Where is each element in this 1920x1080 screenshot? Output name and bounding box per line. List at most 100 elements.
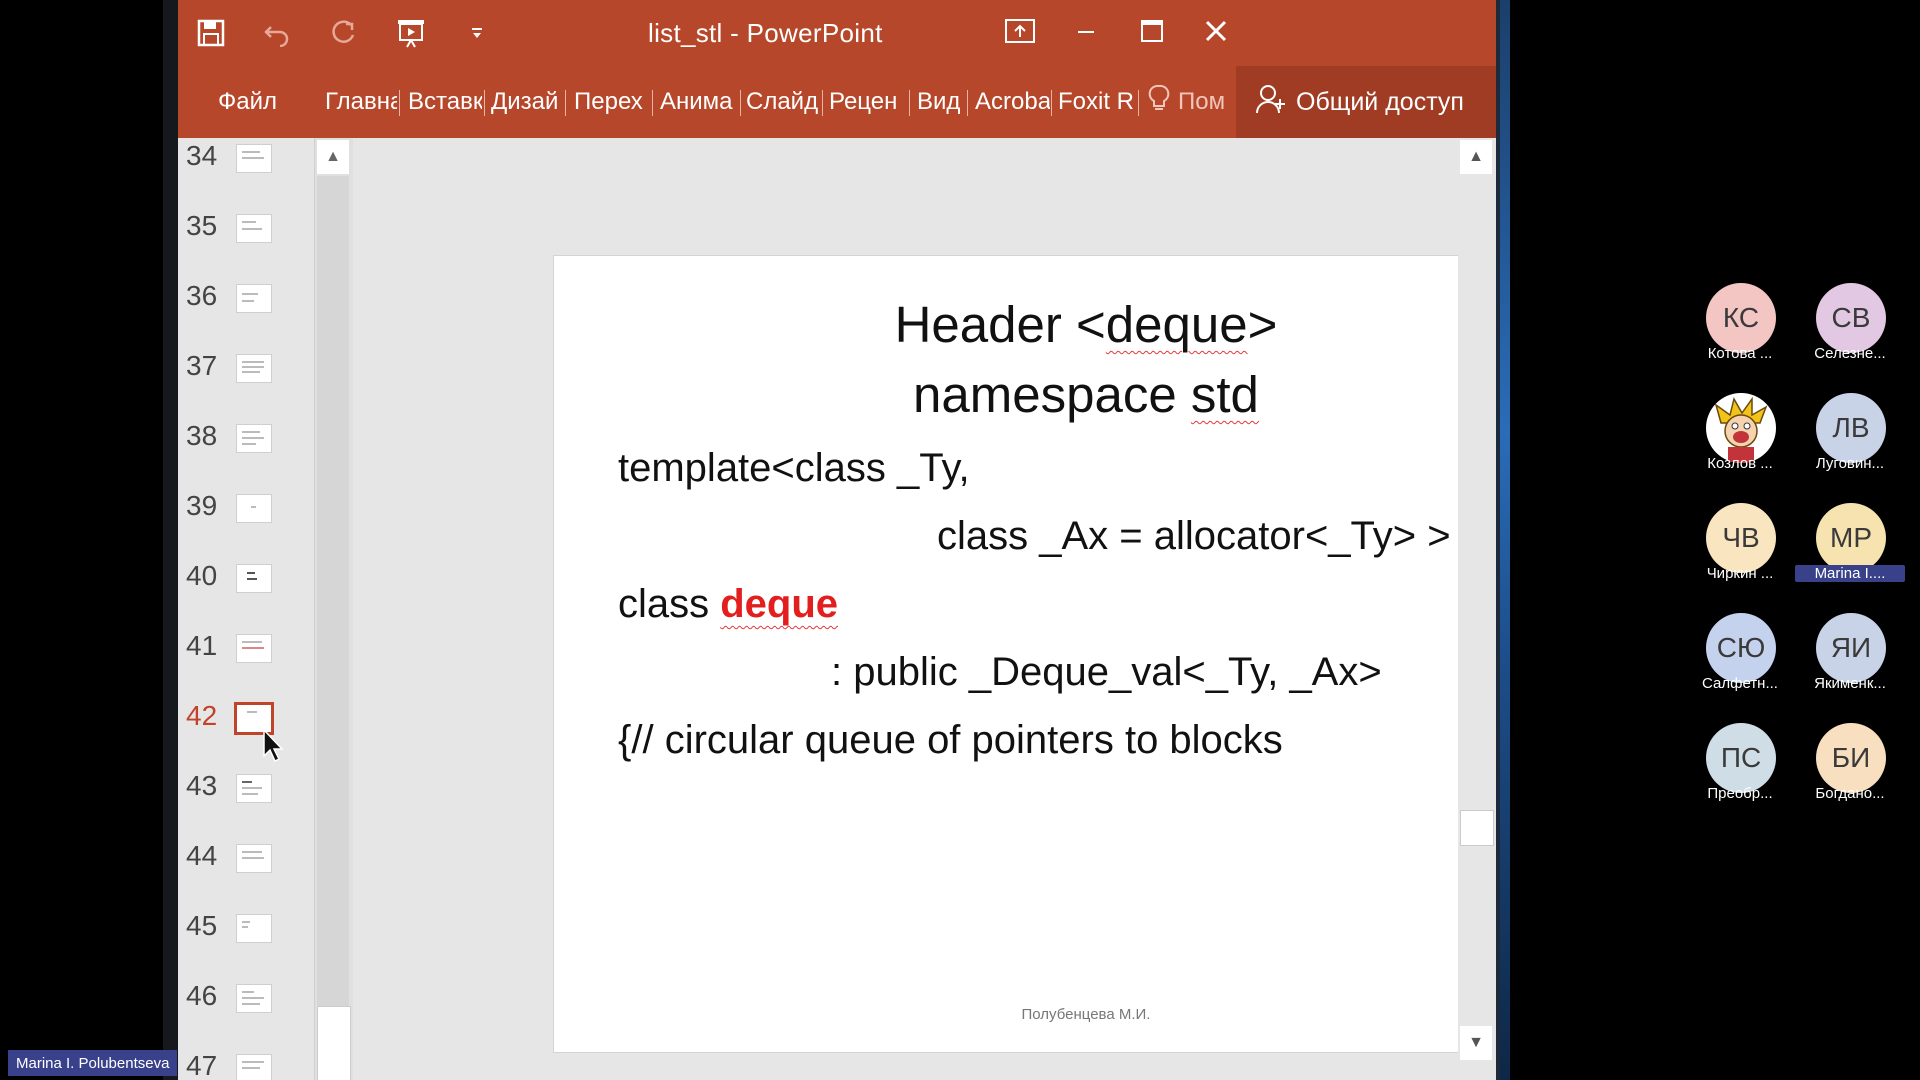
slide-preview	[236, 144, 272, 173]
ribbon-display-options-icon[interactable]	[990, 8, 1050, 54]
thumbnail-slide-37[interactable]: 37	[178, 348, 314, 408]
slide-number: 34	[186, 140, 218, 171]
close-icon[interactable]	[1186, 8, 1246, 54]
tab-review[interactable]: Рецен	[829, 88, 907, 116]
thumbnail-slide-34[interactable]: 34	[178, 138, 314, 198]
avatar: ПС	[1706, 723, 1776, 793]
deque-keyword: deque	[720, 582, 839, 626]
code-line-2: class _Ax = allocator<_Ty> >	[937, 514, 1451, 558]
scroll-down-arrow-icon[interactable]: ▼	[1460, 1026, 1492, 1060]
tab-slideshow[interactable]: Слайд	[746, 88, 820, 116]
slide-preview	[236, 424, 272, 453]
share-button[interactable]: Общий доступ	[1236, 66, 1496, 138]
ribbon-separator	[740, 90, 741, 116]
participant-name: Салфетн...	[1702, 675, 1778, 692]
save-icon[interactable]	[188, 10, 234, 56]
participant-name: Селезне...	[1814, 345, 1886, 362]
participant-name: Котова ...	[1707, 345, 1773, 362]
document-title: list_stl - PowerPoint	[648, 18, 883, 48]
current-slide[interactable]: Header <deque> namespace std template<cl…	[554, 256, 1496, 1052]
title-line-1: Header <deque>	[894, 296, 1278, 353]
thumbnail-slide-40[interactable]: 40	[178, 558, 314, 618]
ribbon-tabs: Файл Главна Вставк Дизай Перех Анима Сла…	[178, 66, 1496, 138]
tab-design[interactable]: Дизай	[491, 88, 563, 116]
avatar: МР	[1816, 503, 1886, 573]
ribbon-separator	[484, 90, 485, 116]
slide-number: 43	[186, 770, 218, 801]
slide-preview	[236, 354, 272, 383]
ribbon-separator	[822, 90, 823, 116]
thumbnails-scrollbar[interactable]: ▲	[314, 138, 353, 1080]
thumbnail-slide-38[interactable]: 38	[178, 418, 314, 478]
lightbulb-icon	[1148, 84, 1170, 121]
minimize-icon[interactable]	[1056, 8, 1116, 54]
maximize-icon[interactable]	[1122, 8, 1182, 54]
participant-tile[interactable]: Козлов ...	[1685, 393, 1795, 493]
thumbnail-slide-45[interactable]: 45	[178, 908, 314, 968]
participant-tile[interactable]: СВ Селезне...	[1795, 283, 1905, 383]
tell-me-label: Пом	[1178, 88, 1226, 115]
participant-tile[interactable]: ЧВ Чиркин ...	[1685, 503, 1795, 603]
participant-name: Якименк...	[1814, 675, 1886, 692]
tab-home[interactable]: Главна	[325, 88, 397, 116]
undo-icon[interactable]	[254, 10, 300, 56]
thumbnail-slide-41[interactable]: 41	[178, 628, 314, 688]
participant-tile[interactable]: СЮ Салфетн...	[1685, 613, 1795, 713]
scrollbar-thumb[interactable]	[317, 1006, 351, 1080]
avatar: СВ	[1816, 283, 1886, 353]
tab-animations[interactable]: Анима	[660, 88, 738, 116]
ribbon-separator	[652, 90, 653, 116]
participant-tile[interactable]: БИ Богдано...	[1795, 723, 1905, 823]
redo-icon[interactable]	[320, 10, 366, 56]
ribbon-separator	[399, 90, 400, 116]
thumbnail-slide-47[interactable]: 47	[178, 1048, 314, 1080]
tell-me-search[interactable]: Пом	[1148, 82, 1225, 122]
participant-tile-active-speaker[interactable]: МР Marina I....	[1795, 503, 1905, 603]
avatar: БИ	[1816, 723, 1886, 793]
slide-preview	[236, 984, 272, 1013]
slide-scrollbar[interactable]: ▲ ▼	[1458, 138, 1496, 1080]
scrollbar-track[interactable]	[317, 176, 349, 1006]
thumbnail-slide-42-selected[interactable]: 42	[178, 698, 314, 758]
tab-file[interactable]: Файл	[218, 88, 288, 116]
cartoon-avatar-icon	[1706, 393, 1776, 463]
thumbnail-slide-39[interactable]: 39	[178, 488, 314, 548]
slide-preview	[236, 774, 272, 803]
thumbnail-slide-44[interactable]: 44	[178, 838, 314, 898]
participant-tile[interactable]: КС Котова ...	[1685, 283, 1795, 383]
tab-foxit[interactable]: Foxit R	[1058, 88, 1138, 116]
slide-number: 41	[186, 630, 218, 661]
thumbnail-slide-46[interactable]: 46	[178, 978, 314, 1038]
participant-name: Богдано...	[1815, 785, 1885, 802]
start-slideshow-icon[interactable]	[388, 10, 434, 56]
thumbnail-slide-35[interactable]: 35	[178, 208, 314, 268]
class-keyword: class	[618, 582, 721, 626]
presenter-name-tag: Marina I. Polubentseva	[8, 1050, 178, 1076]
title-line-2: namespace std	[913, 366, 1259, 423]
window-border-left	[163, 0, 178, 1080]
slide-preview	[236, 564, 272, 593]
slide-number: 35	[186, 210, 218, 241]
customize-toolbar-icon[interactable]	[454, 10, 500, 56]
slide-thumbnails-panel: 34 35 36 37 38 39 40 41 42 43 44 45 46 4…	[178, 138, 314, 1080]
tab-transitions[interactable]: Перех	[574, 88, 650, 116]
participant-tile[interactable]: ЛВ Луговин...	[1795, 393, 1905, 493]
slide-preview	[236, 844, 272, 873]
avatar: ЧВ	[1706, 503, 1776, 573]
slide-title[interactable]: Header <deque> namespace std	[554, 290, 1496, 430]
participant-name: Преобр...	[1707, 785, 1773, 802]
tab-acrobat[interactable]: Acroba	[975, 88, 1050, 116]
mouse-cursor-icon	[263, 728, 284, 763]
scroll-up-arrow-icon[interactable]: ▲	[1460, 140, 1492, 174]
scrollbar-thumb[interactable]	[1460, 810, 1494, 846]
tab-view[interactable]: Вид	[917, 88, 963, 116]
participant-tile[interactable]: ПС Преобр...	[1685, 723, 1795, 823]
ribbon-separator	[1051, 90, 1052, 116]
thumbnail-slide-36[interactable]: 36	[178, 278, 314, 338]
thumbnail-slide-43[interactable]: 43	[178, 768, 314, 828]
ribbon-separator	[1138, 90, 1139, 116]
participant-name: Козлов ...	[1707, 455, 1773, 472]
tab-insert[interactable]: Вставк	[408, 88, 482, 116]
participant-tile[interactable]: ЯИ Якименк...	[1795, 613, 1905, 713]
scroll-up-arrow-icon[interactable]: ▲	[317, 140, 349, 174]
